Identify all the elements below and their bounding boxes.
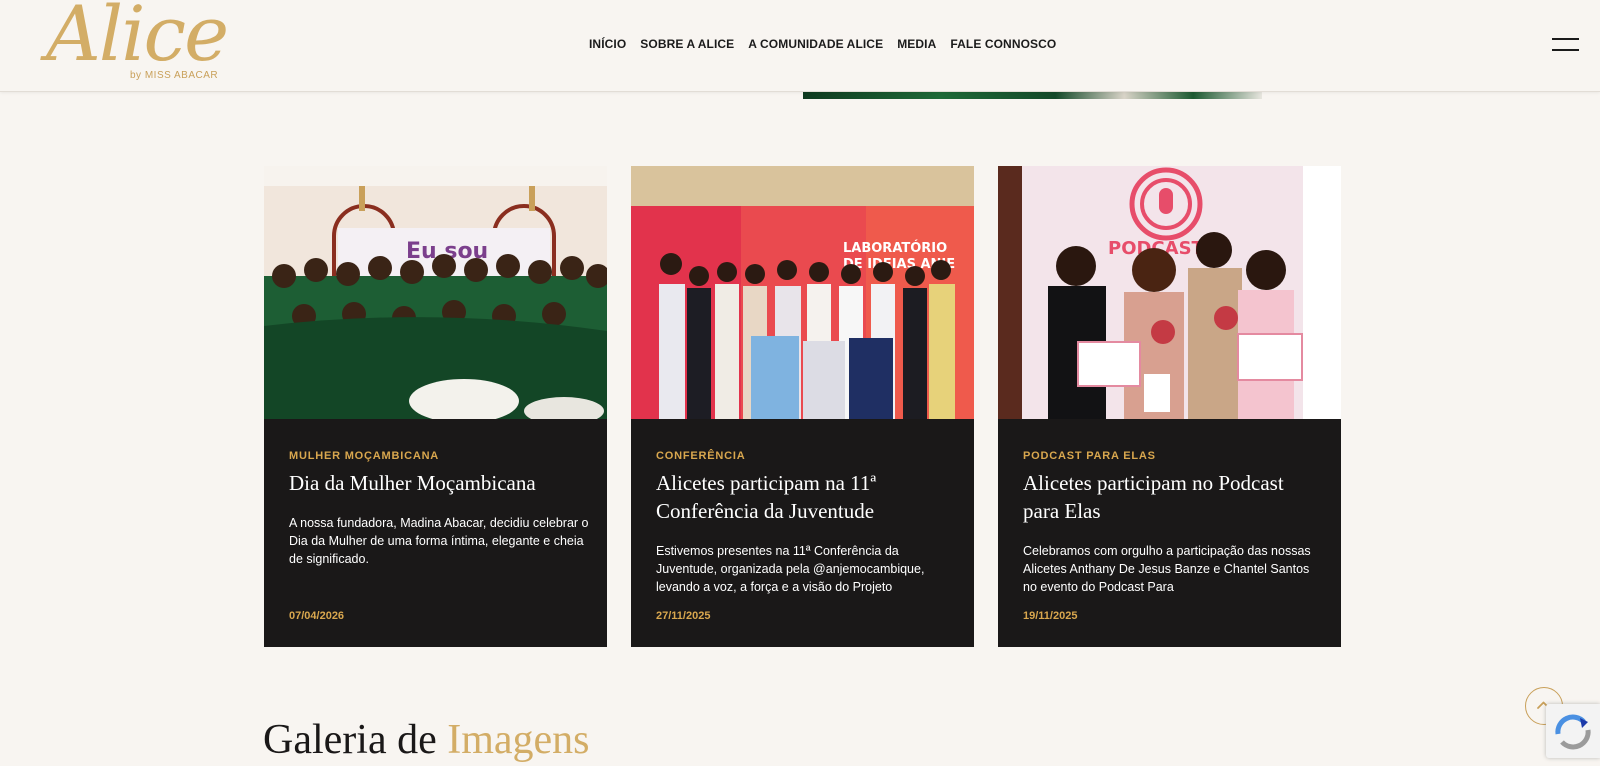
news-card-date: 07/04/2026 (289, 610, 345, 622)
recaptcha-icon (1555, 714, 1591, 750)
news-card-category: CONFERÊNCIA (656, 450, 746, 462)
logo-subtitle: by MISS ABACAR (130, 70, 219, 81)
news-card-podcast[interactable]: PODCAST PODCAST PARA ELAS Alicetes parti… (998, 166, 1341, 647)
news-card-image[interactable]: PODCAST (998, 166, 1341, 419)
news-card-category: PODCAST PARA ELAS (1023, 450, 1156, 462)
news-card-date: 27/11/2025 (656, 610, 711, 622)
site-logo[interactable]: Alice by MISS ABACAR (46, 0, 229, 88)
nav-inicio[interactable]: INÍCIO (589, 37, 626, 51)
gallery-heading: Galeria de Imagens (263, 716, 590, 764)
news-card-dia-da-mulher[interactable]: Eu sou MULHER MOÇAMBICANA Dia da Mulher … (264, 166, 607, 647)
recaptcha-badge[interactable] (1546, 704, 1600, 758)
main-nav: INÍCIO SOBRE A ALICE A COMUNIDADE ALICE … (589, 37, 1056, 51)
news-card-excerpt: Estivemos presentes na 11ª Conferência d… (656, 544, 925, 594)
logo-wordmark: Alice (46, 0, 229, 78)
gallery-heading-main: Galeria de (263, 717, 437, 763)
news-card-image[interactable]: LABORATÓRIO DE IDEIAS ANJE (631, 166, 974, 419)
news-card-date: 19/11/2025 (1023, 610, 1078, 622)
image-banner-text-1: LABORATÓRIO (843, 240, 947, 256)
nav-media[interactable]: MEDIA (897, 37, 936, 51)
news-card-title[interactable]: Dia da Mulher Moçambicana (289, 469, 589, 497)
news-card-conferencia[interactable]: LABORATÓRIO DE IDEIAS ANJE CONFERÊNCIA A… (631, 166, 974, 647)
news-card-title[interactable]: Alicetes participam no Podcast para Elas (1023, 469, 1323, 525)
news-card-image[interactable]: Eu sou (264, 166, 607, 419)
news-card-category: MULHER MOÇAMBICANA (289, 450, 440, 462)
nav-comunidade-alice[interactable]: A COMUNIDADE ALICE (748, 37, 883, 51)
news-card-title[interactable]: Alicetes participam na 11ª Conferência d… (656, 469, 956, 525)
nav-fale-connosco[interactable]: FALE CONNOSCO (950, 37, 1056, 51)
menu-icon[interactable] (1552, 38, 1579, 52)
news-card-excerpt: Celebramos com orgulho a participação da… (1023, 544, 1311, 594)
nav-sobre-a-alice[interactable]: SOBRE A ALICE (640, 37, 734, 51)
site-header: Alice by MISS ABACAR INÍCIO SOBRE A ALIC… (0, 0, 1600, 92)
news-card-excerpt: A nossa fundadora, Madina Abacar, decidi… (289, 516, 589, 566)
gallery-heading-accent: Imagens (447, 717, 590, 763)
